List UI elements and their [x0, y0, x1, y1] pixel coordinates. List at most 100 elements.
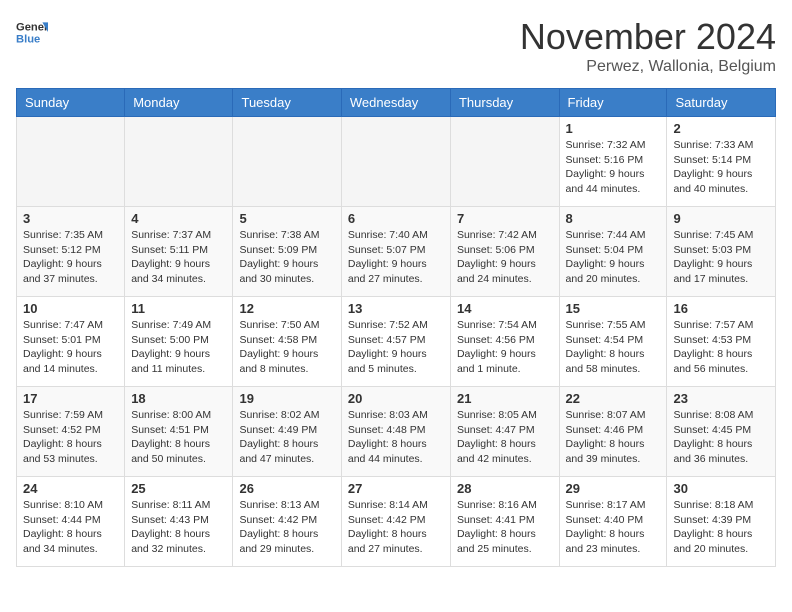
day-cell: 4 Sunrise: 7:37 AMSunset: 5:11 PMDaylight…: [125, 207, 233, 297]
day-number: 25: [131, 481, 226, 496]
day-info: Sunrise: 7:57 AMSunset: 4:53 PMDaylight:…: [673, 318, 769, 377]
day-cell: 7 Sunrise: 7:42 AMSunset: 5:06 PMDaylight…: [450, 207, 559, 297]
day-number: 20: [348, 391, 444, 406]
day-number: 19: [239, 391, 334, 406]
week-row-2: 3 Sunrise: 7:35 AMSunset: 5:12 PMDaylight…: [17, 207, 776, 297]
day-cell: 16 Sunrise: 7:57 AMSunset: 4:53 PMDayligh…: [667, 297, 776, 387]
day-info: Sunrise: 7:44 AMSunset: 5:04 PMDaylight:…: [566, 228, 661, 287]
day-number: 5: [239, 211, 334, 226]
day-number: 26: [239, 481, 334, 496]
month-title: November 2024: [520, 16, 776, 58]
day-cell: 28Sunrise: 8:16 AMSunset: 4:41 PMDayligh…: [450, 477, 559, 567]
day-number: 6: [348, 211, 444, 226]
day-number: 4: [131, 211, 226, 226]
day-number: 21: [457, 391, 553, 406]
logo-icon: General Blue: [16, 16, 48, 48]
day-cell: 24 Sunrise: 8:10 AMSunset: 4:44 PMDayligh…: [17, 477, 125, 567]
day-cell: 10 Sunrise: 7:47 AMSunset: 5:01 PMDayligh…: [17, 297, 125, 387]
day-info: Sunrise: 8:08 AMSunset: 4:45 PMDaylight:…: [673, 408, 769, 467]
day-cell: [17, 117, 125, 207]
day-cell: [125, 117, 233, 207]
day-info: Sunrise: 7:59 AMSunset: 4:52 PMDaylight:…: [23, 408, 118, 467]
day-info: Sunrise: 8:02 AMSunset: 4:49 PMDaylight:…: [239, 408, 334, 467]
day-info: Sunrise: 7:42 AMSunset: 5:06 PMDaylight:…: [457, 228, 553, 287]
day-info: Sunrise: 7:52 AMSunset: 4:57 PMDaylight:…: [348, 318, 444, 377]
day-cell: 22Sunrise: 8:07 AMSunset: 4:46 PMDayligh…: [559, 387, 667, 477]
weekday-header-row: SundayMondayTuesdayWednesdayThursdayFrid…: [17, 89, 776, 117]
day-number: 14: [457, 301, 553, 316]
day-cell: 17 Sunrise: 7:59 AMSunset: 4:52 PMDayligh…: [17, 387, 125, 477]
day-cell: 30Sunrise: 8:18 AMSunset: 4:39 PMDayligh…: [667, 477, 776, 567]
day-cell: 5 Sunrise: 7:38 AMSunset: 5:09 PMDaylight…: [233, 207, 341, 297]
day-cell: [450, 117, 559, 207]
location-title: Perwez, Wallonia, Belgium: [520, 58, 776, 76]
weekday-header-monday: Monday: [125, 89, 233, 117]
day-cell: [341, 117, 450, 207]
day-info: Sunrise: 8:11 AMSunset: 4:43 PMDaylight:…: [131, 498, 226, 557]
day-number: 30: [673, 481, 769, 496]
day-info: Sunrise: 7:50 AMSunset: 4:58 PMDaylight:…: [239, 318, 334, 377]
day-cell: 9Sunrise: 7:45 AMSunset: 5:03 PMDaylight…: [667, 207, 776, 297]
day-info: Sunrise: 7:47 AMSunset: 5:01 PMDaylight:…: [23, 318, 118, 377]
week-row-3: 10 Sunrise: 7:47 AMSunset: 5:01 PMDayligh…: [17, 297, 776, 387]
day-cell: 23Sunrise: 8:08 AMSunset: 4:45 PMDayligh…: [667, 387, 776, 477]
day-info: Sunrise: 8:13 AMSunset: 4:42 PMDaylight:…: [239, 498, 334, 557]
week-row-5: 24 Sunrise: 8:10 AMSunset: 4:44 PMDayligh…: [17, 477, 776, 567]
week-row-4: 17 Sunrise: 7:59 AMSunset: 4:52 PMDayligh…: [17, 387, 776, 477]
week-row-1: 1 Sunrise: 7:32 AMSunset: 5:16 PMDaylight…: [17, 117, 776, 207]
calendar-table: SundayMondayTuesdayWednesdayThursdayFrid…: [16, 88, 776, 567]
day-number: 17: [23, 391, 118, 406]
day-number: 18: [131, 391, 226, 406]
day-cell: 29Sunrise: 8:17 AMSunset: 4:40 PMDayligh…: [559, 477, 667, 567]
day-info: Sunrise: 7:40 AMSunset: 5:07 PMDaylight:…: [348, 228, 444, 287]
day-number: 7: [457, 211, 553, 226]
day-number: 10: [23, 301, 118, 316]
weekday-header-sunday: Sunday: [17, 89, 125, 117]
day-number: 8: [566, 211, 661, 226]
day-info: Sunrise: 8:14 AMSunset: 4:42 PMDaylight:…: [348, 498, 444, 557]
day-cell: 2 Sunrise: 7:33 AMSunset: 5:14 PMDaylight…: [667, 117, 776, 207]
svg-text:Blue: Blue: [16, 33, 40, 45]
day-info: Sunrise: 8:10 AMSunset: 4:44 PMDaylight:…: [23, 498, 118, 557]
day-info: Sunrise: 7:45 AMSunset: 5:03 PMDaylight:…: [673, 228, 769, 287]
weekday-header-thursday: Thursday: [450, 89, 559, 117]
logo: General Blue: [16, 16, 48, 48]
day-cell: 1 Sunrise: 7:32 AMSunset: 5:16 PMDaylight…: [559, 117, 667, 207]
day-info: Sunrise: 7:55 AMSunset: 4:54 PMDaylight:…: [566, 318, 661, 377]
day-cell: 3 Sunrise: 7:35 AMSunset: 5:12 PMDaylight…: [17, 207, 125, 297]
day-cell: 19 Sunrise: 8:02 AMSunset: 4:49 PMDayligh…: [233, 387, 341, 477]
day-info: Sunrise: 7:49 AMSunset: 5:00 PMDaylight:…: [131, 318, 226, 377]
day-cell: 15 Sunrise: 7:55 AMSunset: 4:54 PMDayligh…: [559, 297, 667, 387]
day-number: 15: [566, 301, 661, 316]
day-number: 28: [457, 481, 553, 496]
day-info: Sunrise: 7:32 AMSunset: 5:16 PMDaylight:…: [566, 138, 661, 197]
day-cell: [233, 117, 341, 207]
day-cell: 6 Sunrise: 7:40 AMSunset: 5:07 PMDaylight…: [341, 207, 450, 297]
day-info: Sunrise: 7:38 AMSunset: 5:09 PMDaylight:…: [239, 228, 334, 287]
day-number: 13: [348, 301, 444, 316]
weekday-header-saturday: Saturday: [667, 89, 776, 117]
day-number: 29: [566, 481, 661, 496]
day-info: Sunrise: 8:00 AMSunset: 4:51 PMDaylight:…: [131, 408, 226, 467]
day-info: Sunrise: 8:05 AMSunset: 4:47 PMDaylight:…: [457, 408, 553, 467]
day-number: 16: [673, 301, 769, 316]
day-cell: 18 Sunrise: 8:00 AMSunset: 4:51 PMDayligh…: [125, 387, 233, 477]
day-cell: 21 Sunrise: 8:05 AMSunset: 4:47 PMDayligh…: [450, 387, 559, 477]
day-cell: 11Sunrise: 7:49 AMSunset: 5:00 PMDayligh…: [125, 297, 233, 387]
day-cell: 12 Sunrise: 7:50 AMSunset: 4:58 PMDayligh…: [233, 297, 341, 387]
day-number: 2: [673, 121, 769, 136]
day-number: 22: [566, 391, 661, 406]
day-number: 1: [566, 121, 661, 136]
day-number: 12: [239, 301, 334, 316]
day-info: Sunrise: 7:37 AMSunset: 5:11 PMDaylight:…: [131, 228, 226, 287]
page-header: General Blue November 2024 Perwez, Wallo…: [16, 16, 776, 76]
day-number: 24: [23, 481, 118, 496]
day-info: Sunrise: 7:33 AMSunset: 5:14 PMDaylight:…: [673, 138, 769, 197]
day-cell: 13 Sunrise: 7:52 AMSunset: 4:57 PMDayligh…: [341, 297, 450, 387]
day-cell: 25 Sunrise: 8:11 AMSunset: 4:43 PMDayligh…: [125, 477, 233, 567]
day-number: 3: [23, 211, 118, 226]
day-info: Sunrise: 8:03 AMSunset: 4:48 PMDaylight:…: [348, 408, 444, 467]
day-cell: 26 Sunrise: 8:13 AMSunset: 4:42 PMDayligh…: [233, 477, 341, 567]
day-info: Sunrise: 7:35 AMSunset: 5:12 PMDaylight:…: [23, 228, 118, 287]
day-number: 27: [348, 481, 444, 496]
